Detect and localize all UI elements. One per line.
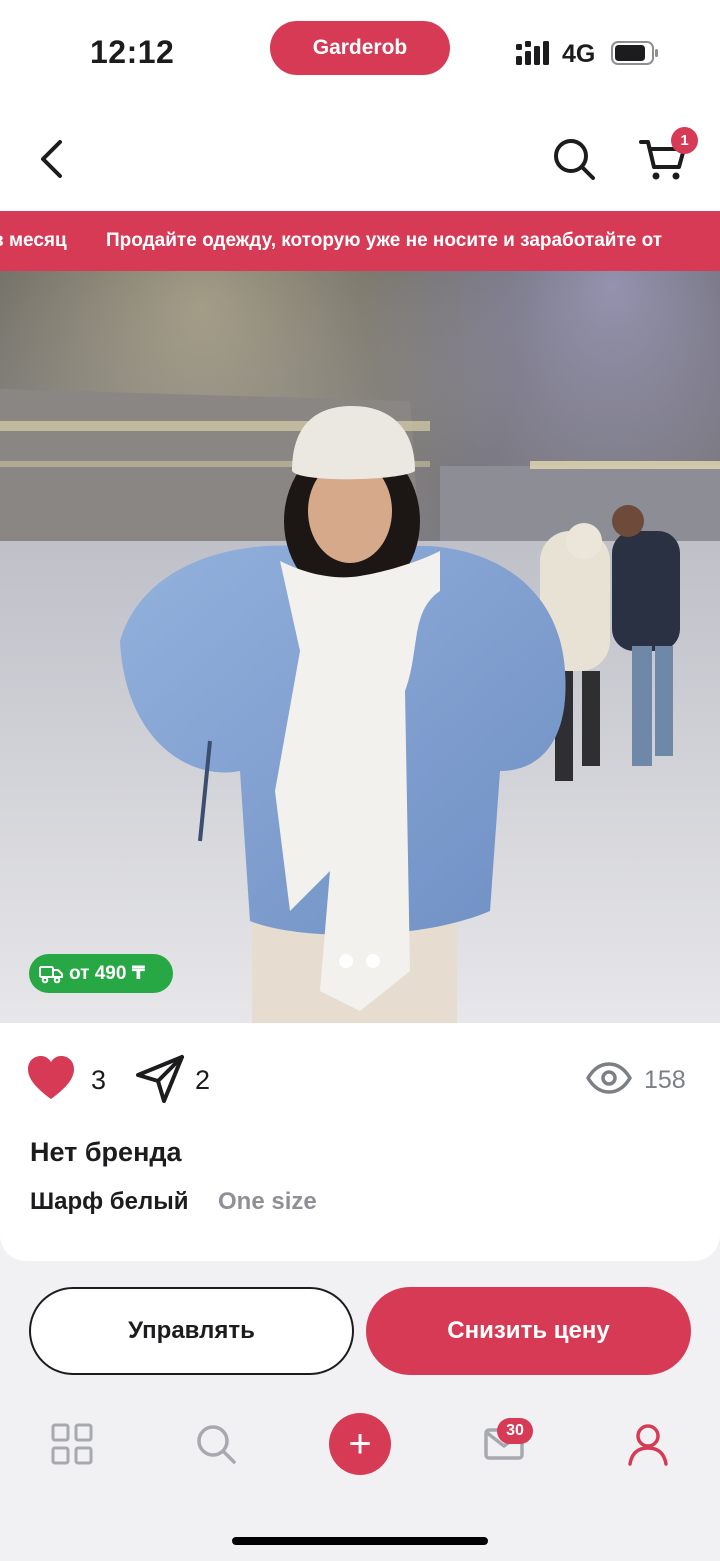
promo-banner[interactable]: в месяц Продайте одежду, которую уже не … — [0, 211, 720, 271]
product-brand[interactable]: Нет бренда — [30, 1137, 182, 1168]
pagination-dot[interactable] — [339, 954, 353, 968]
product-size: One size — [218, 1188, 317, 1215]
status-bar: 12:12 Garderob 4G — [0, 0, 720, 100]
status-time: 12:12 — [90, 34, 175, 70]
search-icon[interactable] — [549, 134, 599, 184]
shares-count: 2 — [195, 1065, 211, 1095]
manage-button[interactable]: Управлять — [29, 1287, 354, 1375]
promo-banner-text: Продайте одежду, которую уже не носите и… — [106, 230, 663, 251]
delivery-badge: от 490 ₸ — [29, 954, 173, 993]
top-navigation — [0, 100, 720, 211]
chevron-left-icon[interactable] — [28, 134, 78, 184]
gallery-pagination[interactable] — [339, 954, 383, 970]
views-count: 158 — [644, 1066, 686, 1094]
add-listing-button[interactable]: + — [329, 1413, 391, 1475]
app-pill[interactable]: Garderob — [270, 21, 450, 75]
heart-icon[interactable] — [26, 1055, 76, 1101]
battery-icon — [611, 41, 658, 65]
delivery-price: от 490 ₸ — [69, 963, 145, 984]
cart-count-badge: 1 — [671, 127, 698, 154]
home-indicator — [232, 1537, 488, 1545]
network-type: 4G — [562, 40, 596, 68]
promo-banner-tail: в месяц — [0, 230, 67, 251]
truck-icon — [39, 965, 63, 983]
messages-badge: 30 — [497, 1418, 533, 1444]
product-photo[interactable] — [0, 271, 720, 1023]
likes-count: 3 — [91, 1065, 107, 1095]
signal-icon — [516, 41, 549, 65]
eye-icon — [586, 1062, 632, 1094]
product-title: Шарф белый — [30, 1188, 189, 1215]
lower-price-button[interactable]: Снизить цену — [366, 1287, 691, 1375]
tab-search-icon[interactable] — [194, 1422, 238, 1466]
catalog-grid-icon[interactable] — [50, 1422, 94, 1466]
send-icon[interactable] — [134, 1053, 186, 1105]
product-page: 12:12 Garderob 4G 1 месяц Продайте одежд… — [0, 0, 720, 1561]
pagination-dot-active[interactable] — [366, 954, 380, 968]
profile-icon[interactable] — [626, 1422, 670, 1466]
photo-illustration — [0, 271, 720, 1023]
